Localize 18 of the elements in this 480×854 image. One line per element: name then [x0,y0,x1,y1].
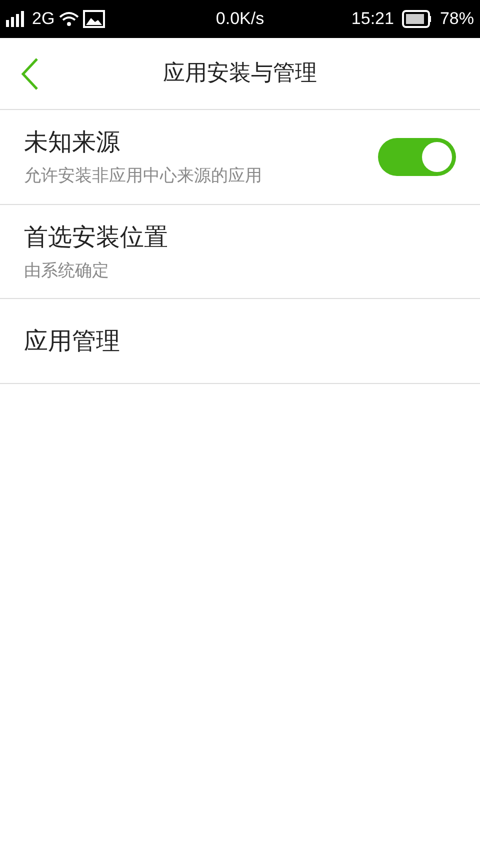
row-title: 首选安装位置 [24,222,169,252]
row-title: 应用管理 [24,326,121,357]
back-icon [21,58,39,90]
battery-icon [402,10,432,28]
image-icon [82,10,105,28]
page-title: 应用安装与管理 [162,60,318,88]
toggle-switch[interactable] [378,138,456,176]
settings-row[interactable]: 应用管理 [0,299,480,384]
settings-row[interactable]: 未知来源 允许安装非应用中心来源的应用 [0,110,480,204]
network-speed: 0.0K/s [214,8,266,30]
network-type: 2G [32,8,55,30]
row-subtitle: 由系统确定 [24,260,110,282]
clock: 15:21 [351,8,394,30]
wifi-icon [58,11,79,27]
battery-percent: 78% [440,8,474,30]
row-subtitle: 允许安装非应用中心来源的应用 [24,165,263,188]
settings-row[interactable]: 首选安装位置 由系统确定 [0,204,480,299]
row-title: 未知来源 [24,127,121,158]
